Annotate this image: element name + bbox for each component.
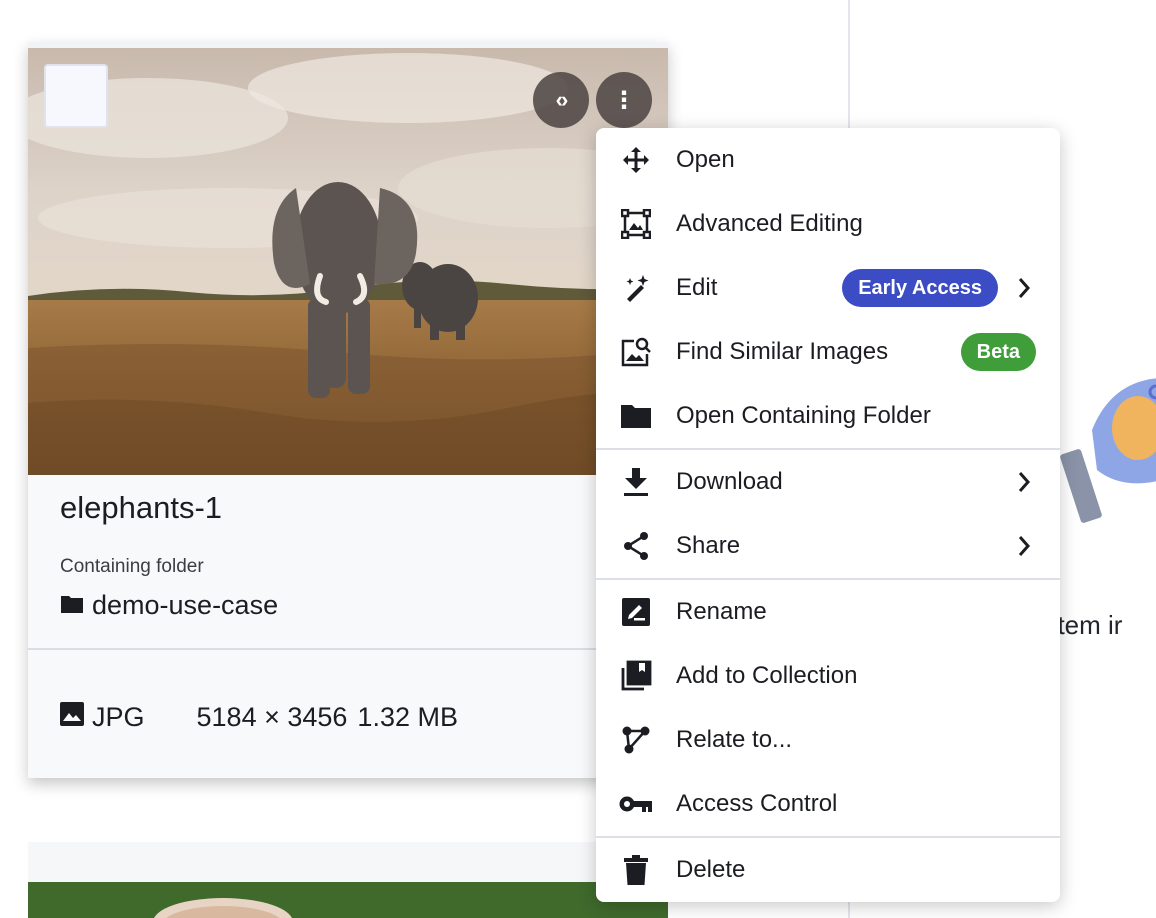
menu-item-share[interactable]: Share <box>596 514 1060 578</box>
menu-item-label: Access Control <box>676 790 838 817</box>
menu-item-relate-to[interactable]: Relate to... <box>596 708 1060 772</box>
menu-item-advanced-editing[interactable]: Advanced Editing <box>596 192 1060 256</box>
code-icon: ‹› <box>555 87 569 112</box>
menu-item-label: Rename <box>676 598 767 625</box>
menu-item-label: Edit <box>676 274 718 301</box>
menu-item-label: Delete <box>676 856 746 883</box>
magic-wand-icon <box>618 270 654 306</box>
chevron-right-icon <box>1012 534 1036 558</box>
share-icon <box>618 528 654 564</box>
menu-item-download[interactable]: Download <box>596 450 1060 514</box>
asset-card[interactable]: ‹› ⋮ elephants-1 Containing folder demo-… <box>28 42 668 778</box>
collection-icon <box>618 658 654 694</box>
rename-icon <box>618 594 654 630</box>
menu-item-label: Relate to... <box>676 726 793 753</box>
trash-icon <box>618 852 654 888</box>
asset-thumbnail-2[interactable] <box>28 882 668 918</box>
file-type: JPG <box>60 702 145 733</box>
menu-item-delete[interactable]: Delete <box>596 838 1060 902</box>
menu-item-download-extras <box>1012 470 1036 494</box>
select-checkbox[interactable] <box>44 64 108 128</box>
menu-item-edit-extras: Early Access <box>842 269 1036 307</box>
menu-item-label: Share <box>676 532 741 559</box>
asset-metadata: JPG 5184 × 3456 1.32 MB <box>60 702 458 733</box>
image-dimensions: 5184 × 3456 <box>196 702 348 732</box>
image-frame-icon <box>618 206 654 242</box>
menu-item-edit[interactable]: Edit Early Access <box>596 256 1060 320</box>
move-arrows-icon <box>618 142 654 178</box>
key-icon <box>618 786 654 822</box>
menu-item-rename[interactable]: Rename <box>596 580 1060 644</box>
chevron-right-icon <box>1012 276 1036 300</box>
menu-item-find-extras: Beta <box>960 333 1036 371</box>
context-menu: Open Advanced Editing Edit Early Access … <box>596 128 1060 902</box>
asset-title[interactable]: elephants-1 <box>60 490 222 526</box>
folder-name: demo-use-case <box>92 590 279 620</box>
menu-item-label: Open <box>676 146 735 173</box>
menu-item-label: Find Similar Images <box>676 338 889 365</box>
image-icon <box>60 702 84 733</box>
menu-item-open[interactable]: Open <box>596 128 1060 192</box>
embed-code-button[interactable]: ‹› <box>533 72 589 128</box>
early-access-badge: Early Access <box>842 269 998 307</box>
asset-thumbnail[interactable]: ‹› ⋮ <box>28 48 668 475</box>
menu-item-find-similar-images[interactable]: Find Similar Images Beta <box>596 320 1060 384</box>
chevron-right-icon <box>1012 470 1036 494</box>
file-size: 1.32 MB <box>357 702 458 732</box>
menu-item-label: Advanced Editing <box>676 210 863 237</box>
folder-caption: Containing folder <box>60 556 204 577</box>
more-vertical-icon: ⋮ <box>612 86 636 114</box>
beta-badge: Beta <box>960 333 1036 371</box>
image-search-icon <box>618 334 654 370</box>
folder-icon <box>618 398 654 434</box>
folder-icon <box>60 590 84 621</box>
more-options-button[interactable]: ⋮ <box>596 72 652 128</box>
containing-folder-link[interactable]: demo-use-case <box>60 590 278 621</box>
menu-item-share-extras <box>1012 534 1036 558</box>
menu-item-label: Open Containing Folder <box>676 402 931 429</box>
page: n item ir ‹› ⋮ elephants-1 Containing fo… <box>0 0 1156 918</box>
menu-item-add-to-collection[interactable]: Add to Collection <box>596 644 1060 708</box>
menu-item-open-containing-folder[interactable]: Open Containing Folder <box>596 384 1060 448</box>
relate-icon <box>618 722 654 758</box>
card-divider <box>28 648 668 650</box>
menu-item-label: Add to Collection <box>676 662 858 689</box>
asset-card-2[interactable] <box>28 842 668 918</box>
download-icon <box>618 464 654 500</box>
menu-item-access-control[interactable]: Access Control <box>596 772 1060 836</box>
empty-state-illustration <box>1052 370 1156 540</box>
menu-item-label: Download <box>676 468 783 495</box>
file-type-label: JPG <box>92 702 145 732</box>
